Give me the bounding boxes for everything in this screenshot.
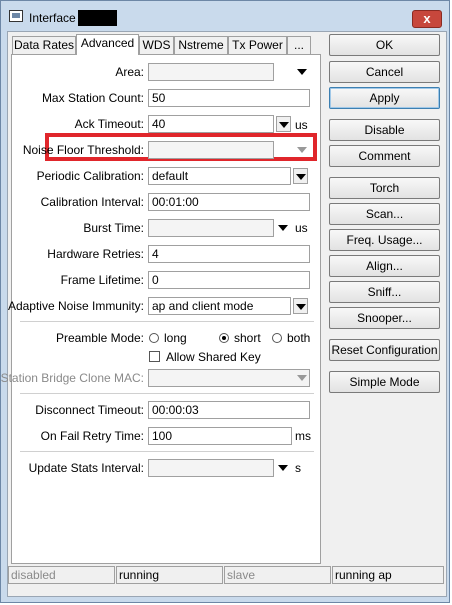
update-stats-interval-unit: s (295, 461, 301, 475)
frame-lifetime-field[interactable]: 0 (148, 271, 310, 289)
noise-floor-threshold-label: Noise Floor Threshold: (22, 143, 144, 157)
sniff-button[interactable]: Sniff... (329, 281, 440, 303)
title-bar[interactable]: Interface x (1, 1, 451, 31)
section-divider (20, 393, 314, 394)
frame-lifetime-label: Frame Lifetime: (60, 273, 144, 287)
noise-floor-threshold-field[interactable] (148, 141, 274, 159)
on-fail-retry-time-unit: ms (295, 429, 311, 443)
preamble-both-label: both (287, 331, 311, 345)
ack-timeout-field[interactable]: 40 (148, 115, 274, 133)
tab-nstreme[interactable]: Nstreme (174, 36, 228, 54)
area-field[interactable] (148, 63, 274, 81)
window-client-area: Data Rates Advanced WDS Nstreme Tx Power… (1, 31, 447, 597)
on-fail-retry-time-label: On Fail Retry Time: (40, 429, 144, 443)
disable-button[interactable]: Disable (329, 119, 440, 141)
align-button[interactable]: Align... (329, 255, 440, 277)
comment-button[interactable]: Comment (329, 145, 440, 167)
snooper-button[interactable]: Snooper... (329, 307, 440, 329)
chevron-down-icon (296, 304, 306, 310)
window-title: Interface (29, 11, 76, 25)
section-divider (20, 321, 314, 322)
tab-more[interactable]: ... (287, 36, 311, 54)
preamble-mode-label: Preamble Mode: (55, 331, 144, 345)
adaptive-noise-immunity-select[interactable]: ap and client mode (148, 297, 291, 315)
cancel-button[interactable]: Cancel (329, 61, 440, 83)
tab-advanced[interactable]: Advanced (76, 34, 139, 55)
calibration-interval-field[interactable]: 00:01:00 (148, 193, 310, 211)
close-button[interactable]: x (412, 10, 442, 28)
ack-timeout-label: Ack Timeout: (74, 117, 144, 131)
adaptive-noise-immunity-label: Adaptive Noise Immunity: (7, 299, 144, 313)
on-fail-retry-time-field[interactable]: 100 (148, 427, 292, 445)
max-station-count-field[interactable]: 50 (148, 89, 310, 107)
tab-tx-power[interactable]: Tx Power (228, 36, 287, 54)
status-running-ap: running ap (332, 566, 444, 584)
area-dropdown-icon[interactable] (297, 69, 307, 75)
reset-configuration-button[interactable]: Reset Configuration (329, 339, 440, 361)
tab-data-rates[interactable]: Data Rates (12, 36, 76, 54)
tab-wds[interactable]: WDS (139, 36, 174, 54)
apply-button[interactable]: Apply (329, 87, 440, 109)
ok-button[interactable]: OK (329, 34, 440, 56)
scan-button[interactable]: Scan... (329, 203, 440, 225)
burst-time-dropdown-icon[interactable] (278, 225, 288, 231)
station-bridge-clone-mac-field[interactable] (148, 369, 310, 387)
update-stats-interval-dropdown-icon[interactable] (278, 465, 288, 471)
burst-time-field[interactable] (148, 219, 274, 237)
preamble-short-label: short (234, 331, 261, 345)
station-bridge-clone-mac-label: Station Bridge Clone MAC: (0, 371, 144, 385)
interface-window: Interface x Data Rates Advanced WDS Nstr… (0, 0, 450, 603)
chevron-down-icon (279, 122, 289, 128)
preamble-long-radio[interactable] (149, 333, 159, 343)
section-divider (20, 451, 314, 452)
periodic-calibration-select[interactable]: default (148, 167, 291, 185)
update-stats-interval-label: Update Stats Interval: (28, 461, 144, 475)
preamble-long-label: long (164, 331, 187, 345)
burst-time-unit: us (295, 221, 308, 235)
status-disabled: disabled (8, 566, 115, 584)
update-stats-interval-field[interactable] (148, 459, 274, 477)
burst-time-label: Burst Time: (83, 221, 144, 235)
allow-shared-key-checkbox[interactable] (149, 351, 160, 362)
hardware-retries-field[interactable]: 4 (148, 245, 310, 263)
area-label: Area: (115, 65, 144, 79)
adaptive-noise-immunity-dropdown-button[interactable] (293, 298, 308, 314)
chevron-down-icon (296, 174, 306, 180)
advanced-settings-panel: Area: Max Station Count: 50 Ack Timeout:… (1, 54, 321, 564)
status-slave: slave (224, 566, 331, 584)
allow-shared-key-label: Allow Shared Key (166, 350, 261, 364)
disconnect-timeout-field[interactable]: 00:00:03 (148, 401, 310, 419)
periodic-calibration-label: Periodic Calibration: (36, 169, 144, 183)
chevron-down-icon (297, 375, 307, 381)
periodic-calibration-dropdown-button[interactable] (293, 168, 308, 184)
preamble-both-radio[interactable] (272, 333, 282, 343)
calibration-interval-label: Calibration Interval: (40, 195, 144, 209)
torch-button[interactable]: Torch (329, 177, 440, 199)
ack-timeout-unit: us (295, 118, 308, 132)
max-station-count-label: Max Station Count: (41, 91, 144, 105)
window-icon (9, 10, 23, 22)
noise-floor-dropdown-icon[interactable] (297, 147, 307, 153)
freq-usage-button[interactable]: Freq. Usage... (329, 229, 440, 251)
hardware-retries-label: Hardware Retries: (47, 247, 144, 261)
disconnect-timeout-label: Disconnect Timeout: (35, 403, 144, 417)
ack-timeout-dropdown-button[interactable] (276, 116, 291, 132)
redacted-interface-name (78, 10, 117, 26)
status-running: running (116, 566, 223, 584)
preamble-short-radio[interactable] (219, 333, 229, 343)
simple-mode-button[interactable]: Simple Mode (329, 371, 440, 393)
